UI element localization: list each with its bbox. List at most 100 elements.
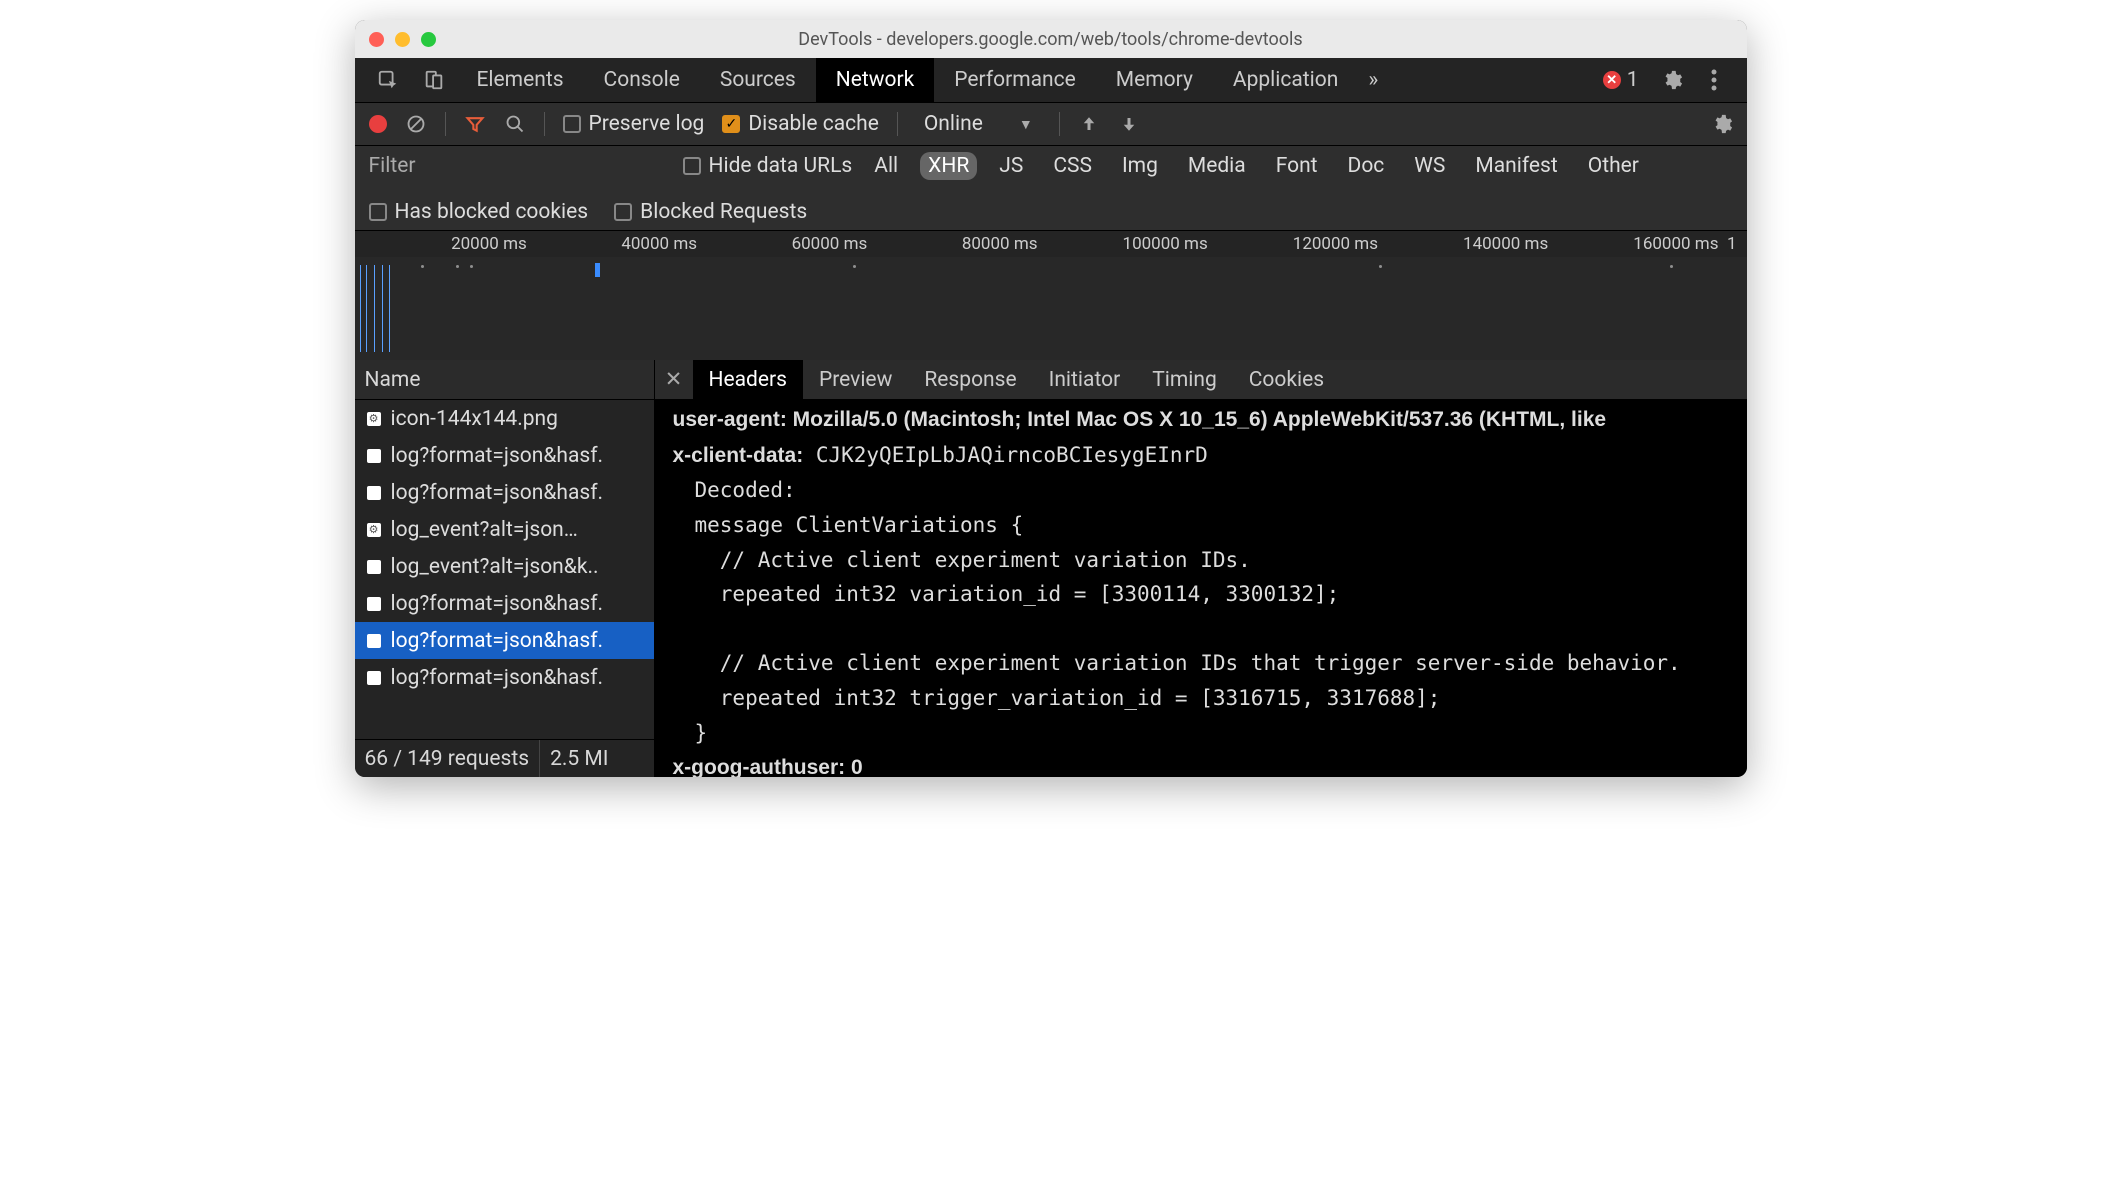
time-label: 20000 ms: [361, 234, 531, 254]
column-header-name[interactable]: Name: [355, 360, 654, 400]
window-title: DevTools - developers.google.com/web/too…: [355, 29, 1747, 50]
filter-type-manifest[interactable]: Manifest: [1467, 152, 1565, 180]
filter-input[interactable]: Filter: [369, 152, 669, 180]
request-row[interactable]: log?format=json&hasf.: [355, 474, 654, 511]
document-icon: [365, 447, 383, 465]
devtools-window: DevTools - developers.google.com/web/too…: [355, 20, 1747, 777]
request-name: icon-144x144.png: [391, 407, 558, 431]
header-user-agent: user-agent: Mozilla/5.0 (Macintosh; Inte…: [673, 408, 1607, 431]
request-row[interactable]: log?format=json&hasf.: [355, 622, 654, 659]
filter-type-doc[interactable]: Doc: [1340, 152, 1393, 180]
detail-tab-cookies[interactable]: Cookies: [1233, 360, 1340, 399]
transfer-size: 2.5 MI: [540, 740, 618, 777]
throttling-select[interactable]: Online ▼: [916, 112, 1041, 136]
tab-console[interactable]: Console: [584, 58, 700, 102]
gear-icon: ⚙: [365, 410, 383, 428]
request-row[interactable]: ⚙ icon-144x144.png: [355, 400, 654, 437]
error-count-value: 1: [1627, 68, 1639, 92]
search-icon[interactable]: [504, 113, 526, 135]
tab-performance[interactable]: Performance: [934, 58, 1095, 102]
timeline-overview[interactable]: 20000 ms 40000 ms 60000 ms 80000 ms 1000…: [355, 230, 1747, 360]
tab-overflow[interactable]: »: [1358, 58, 1388, 102]
filter-type-ws[interactable]: WS: [1406, 152, 1453, 180]
error-count[interactable]: ✕ 1: [1603, 68, 1639, 92]
kebab-menu-icon[interactable]: [1701, 67, 1727, 93]
decoded-label: Decoded:: [673, 473, 1729, 508]
clear-icon[interactable]: [405, 113, 427, 135]
minimize-window-button[interactable]: [395, 32, 410, 47]
record-button[interactable]: [369, 115, 387, 133]
request-list[interactable]: ⚙icon-144x144.pnglog?format=json&hasf.lo…: [355, 400, 654, 739]
request-row[interactable]: log_event?alt=json&k..: [355, 548, 654, 585]
disable-cache-checkbox[interactable]: ✓ Disable cache: [722, 112, 879, 136]
throttling-value: Online: [924, 112, 983, 136]
settings-icon[interactable]: [1659, 67, 1685, 93]
time-label: 40000 ms: [531, 234, 701, 254]
tab-network[interactable]: Network: [816, 58, 935, 102]
filter-row-2: Has blocked cookies Blocked Requests: [369, 200, 1733, 224]
checkbox-icon: ✓: [722, 115, 740, 133]
filter-type-img[interactable]: Img: [1114, 152, 1166, 180]
request-name: log_event?alt=json…: [391, 518, 578, 542]
upload-har-icon[interactable]: [1078, 113, 1100, 135]
request-detail-panel: ✕ Headers Preview Response Initiator Tim…: [655, 360, 1747, 777]
request-row[interactable]: ⚙log_event?alt=json…: [355, 511, 654, 548]
request-name: log?format=json&hasf.: [391, 629, 604, 653]
request-row[interactable]: log?format=json&hasf.: [355, 585, 654, 622]
network-split-view: Name ⚙ icon-144x144.png log?format=json&ha…: [355, 360, 1747, 777]
tab-elements[interactable]: Elements: [457, 58, 584, 102]
request-name: log?format=json&hasf.: [391, 481, 604, 505]
filter-type-font[interactable]: Font: [1268, 152, 1326, 180]
filter-type-css[interactable]: CSS: [1045, 152, 1100, 180]
preserve-log-label: Preserve log: [589, 112, 705, 136]
device-toggle-icon[interactable]: [421, 67, 447, 93]
document-icon: [365, 632, 383, 650]
preserve-log-checkbox[interactable]: Preserve log: [563, 112, 705, 136]
detail-tab-strip: ✕ Headers Preview Response Initiator Tim…: [655, 360, 1747, 400]
filter-type-other[interactable]: Other: [1580, 152, 1647, 180]
detail-tab-preview[interactable]: Preview: [803, 360, 908, 399]
filter-type-all[interactable]: All: [866, 152, 906, 180]
request-list-panel: Name ⚙ icon-144x144.png log?format=json&ha…: [355, 360, 655, 777]
header-x-client-data-name: x-client-data:: [673, 444, 804, 467]
close-detail-icon[interactable]: ✕: [655, 367, 693, 392]
headers-body[interactable]: user-agent: Mozilla/5.0 (Macintosh; Inte…: [655, 400, 1747, 777]
request-row[interactable]: log?format=json&hasf.: [355, 437, 654, 474]
checkbox-icon: [563, 115, 581, 133]
chevron-down-icon: ▼: [1019, 116, 1033, 133]
time-label: 140000 ms: [1382, 234, 1552, 254]
has-blocked-cookies-checkbox[interactable]: Has blocked cookies: [369, 200, 589, 224]
request-name: log?format=json&hasf.: [391, 666, 604, 690]
request-row[interactable]: log?format=json&hasf.: [355, 659, 654, 696]
error-icon: ✕: [1603, 71, 1621, 89]
hide-data-urls-checkbox[interactable]: Hide data URLs: [683, 154, 853, 178]
timeline-ruler: 20000 ms 40000 ms 60000 ms 80000 ms 1000…: [355, 231, 1747, 257]
tab-application[interactable]: Application: [1213, 58, 1358, 102]
time-label: 60000 ms: [701, 234, 871, 254]
detail-tab-headers[interactable]: Headers: [693, 360, 803, 399]
download-har-icon[interactable]: [1118, 113, 1140, 135]
inspect-element-icon[interactable]: [375, 67, 401, 93]
detail-tab-timing[interactable]: Timing: [1136, 360, 1233, 399]
request-count: 66 / 149 requests: [355, 740, 541, 777]
detail-tab-initiator[interactable]: Initiator: [1033, 360, 1137, 399]
filter-icon[interactable]: [464, 113, 486, 135]
network-settings-icon[interactable]: [1711, 113, 1733, 135]
filter-type-media[interactable]: Media: [1180, 152, 1254, 180]
time-label: 120000 ms: [1212, 234, 1382, 254]
maximize-window-button[interactable]: [421, 32, 436, 47]
tab-memory[interactable]: Memory: [1096, 58, 1213, 102]
time-label: 80000 ms: [871, 234, 1041, 254]
tab-sources[interactable]: Sources: [700, 58, 816, 102]
time-label: 100000 ms: [1042, 234, 1212, 254]
timeline-graph[interactable]: [355, 257, 1747, 360]
filter-type-js[interactable]: JS: [991, 152, 1031, 180]
close-window-button[interactable]: [369, 32, 384, 47]
document-icon: [365, 558, 383, 576]
header-x-client-data-value: CJK2yQEIpLbJAQirncoBCIesygEInrD: [816, 443, 1208, 467]
time-label: 160000 ms: [1552, 234, 1722, 254]
detail-tab-response[interactable]: Response: [908, 360, 1032, 399]
titlebar: DevTools - developers.google.com/web/too…: [355, 20, 1747, 58]
filter-type-xhr[interactable]: XHR: [920, 152, 977, 180]
blocked-requests-checkbox[interactable]: Blocked Requests: [614, 200, 807, 224]
